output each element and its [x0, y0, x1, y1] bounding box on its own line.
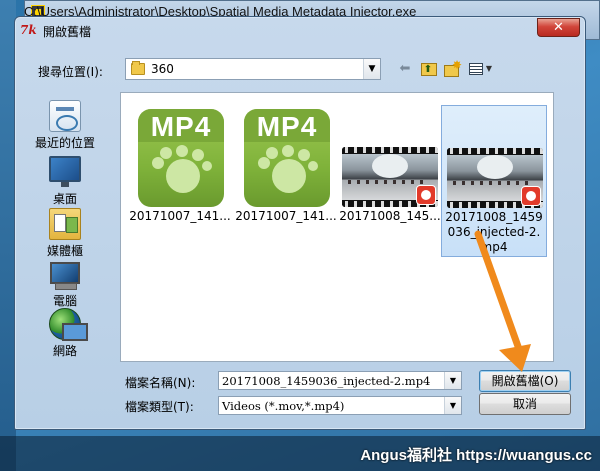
- annotation-arrow-shaft: [474, 230, 524, 356]
- watermark: Angus福利社 https://wuangus.cc: [360, 447, 592, 464]
- annotation-arrow-head: [499, 344, 531, 372]
- annotation-arrow: [474, 230, 531, 372]
